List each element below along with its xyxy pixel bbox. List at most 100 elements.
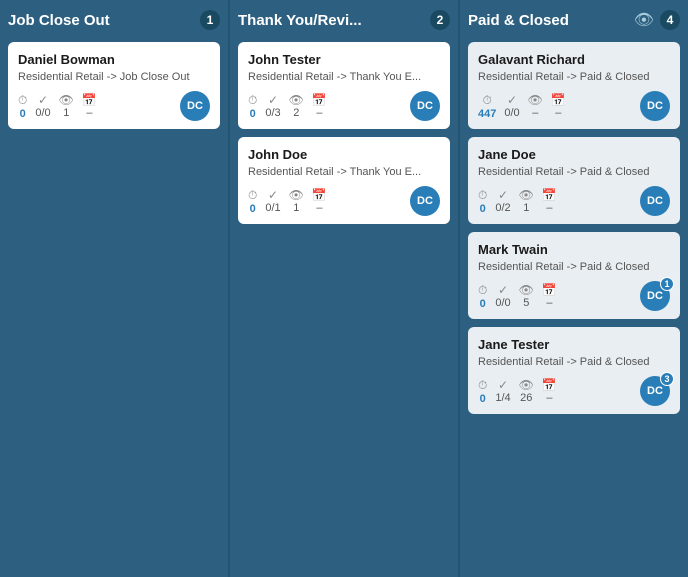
stat-value: – (546, 202, 552, 214)
stat-icon: 👁 (59, 93, 74, 107)
stat-icon: ⏱ (248, 93, 257, 108)
card[interactable]: Galavant Richard Residential Retail -> Pa… (468, 42, 680, 129)
card-footer: ⏱0 ✓1/4 👁26 📅– DC3 (478, 376, 670, 406)
avatar[interactable]: DC (640, 91, 670, 121)
avatar-badge: 3 (660, 372, 674, 386)
stat-item-3: 📅– (542, 283, 557, 309)
stat-icon: 📅 (551, 93, 566, 107)
column-header-paid-closed: Paid & Closed 👁 4 (468, 10, 680, 30)
card-stats-row: ⏱0 ✓1/4 👁26 📅– (478, 378, 630, 405)
card-footer: ⏱447✓0/0👁–📅–DC (478, 91, 670, 121)
stat-item-3: 📅– (551, 93, 566, 119)
stat-icon: 👁 (528, 93, 543, 107)
stat-icon: ⏱ (18, 93, 27, 108)
stat-value: 0/1 (265, 202, 280, 214)
stat-item-1: ✓0/0 (504, 93, 519, 119)
stat-value: – (316, 202, 322, 214)
column-badge-paid-closed: 4 (660, 10, 680, 30)
stat-value: 447 (478, 108, 496, 120)
stat-icon: 📅 (542, 188, 557, 202)
stat-value: 0 (480, 393, 486, 405)
avatar[interactable]: DC (410, 186, 440, 216)
card[interactable]: Mark Twain Residential Retail -> Paid & C… (468, 232, 680, 319)
column-header-right-thank-you-review: 2 (430, 10, 450, 30)
stat-value: 0/3 (265, 107, 280, 119)
stat-item-2: 👁1 (519, 188, 534, 214)
stat-icon: ⏱ (478, 378, 487, 393)
stat-value: 2 (293, 107, 299, 119)
card[interactable]: John TesterResidential Retail -> Thank Y… (238, 42, 450, 129)
card-name: Daniel Bowman (18, 52, 210, 67)
stat-item-1: ✓0/0 (35, 93, 50, 119)
column-title-thank-you-review: Thank You/Revi... (238, 12, 362, 29)
stat-item-2: 👁2 (289, 93, 304, 119)
card-stats-row: ⏱0✓0/0👁5📅– (478, 283, 630, 310)
stat-icon: 📅 (542, 378, 557, 392)
column-header-job-close-out: Job Close Out1 (8, 10, 220, 30)
stat-item-0: ⏱0 (18, 93, 27, 120)
stat-item-2: 👁26 (519, 378, 534, 404)
card-subtitle: Residential Retail -> Thank You E... (248, 71, 440, 83)
stat-icon: ✓ (498, 188, 508, 202)
stat-value: 1 (63, 107, 69, 119)
stat-value: 0 (480, 203, 486, 215)
stat-value: – (532, 107, 538, 119)
card-footer: ⏱0✓0/0👁5📅–DC1 (478, 281, 670, 311)
stat-value: 1/4 (495, 392, 510, 404)
stat-icon: ⏱ (478, 188, 487, 203)
stat-icon: ⏱ (248, 188, 257, 203)
card-subtitle: Residential Retail -> Paid & Closed (478, 166, 670, 178)
avatar[interactable]: DC (180, 91, 210, 121)
eye-icon[interactable]: 👁 (634, 10, 654, 30)
stat-item-3: 📅– (542, 188, 557, 214)
stat-item-3: 📅– (312, 93, 327, 119)
stat-value: – (555, 107, 561, 119)
column-title-job-close-out: Job Close Out (8, 12, 110, 29)
avatar-badge: 1 (660, 277, 674, 291)
card[interactable]: Jane DoeResidential Retail -> Paid & Clo… (468, 137, 680, 224)
card-name: Mark Twain (478, 242, 670, 257)
stat-item-0: ⏱0 (248, 93, 257, 120)
column-badge-thank-you-review: 2 (430, 10, 450, 30)
stat-icon: 📅 (542, 283, 557, 297)
stat-item-1: ✓0/3 (265, 93, 280, 119)
card-footer: ⏱0✓0/0👁1📅–DC (18, 91, 210, 121)
card-footer: ⏱0✓0/1👁1📅–DC (248, 186, 440, 216)
stat-item-2: 👁5 (519, 283, 534, 309)
column-header-thank-you-review: Thank You/Revi... 2 (238, 10, 450, 30)
stat-item-3: 📅– (542, 378, 557, 404)
card-footer: ⏱0 ✓0/2 👁1 📅– DC (478, 186, 670, 216)
column-paid-closed: Paid & Closed 👁 4 Galavant Richard Residenti… (460, 0, 688, 577)
avatar[interactable]: DC1 (640, 281, 670, 311)
stat-value: – (316, 107, 322, 119)
stat-icon: 👁 (519, 188, 534, 202)
stat-item-1: ✓0/0 (495, 283, 510, 309)
avatar[interactable]: DC3 (640, 376, 670, 406)
card-stats-row: ⏱0 ✓0/2 👁1 📅– (478, 188, 630, 215)
kanban-board: Job Close Out1Daniel BowmanResidential R… (0, 0, 688, 577)
card[interactable]: Daniel BowmanResidential Retail -> Job C… (8, 42, 220, 129)
column-title-paid-closed: Paid & Closed (468, 12, 569, 29)
stat-value: 0/0 (495, 297, 510, 309)
stat-value: 1 (523, 202, 529, 214)
stat-icon: ⏱ (482, 93, 491, 108)
stat-item-0: ⏱0 (248, 188, 257, 215)
stat-icon: ✓ (268, 93, 278, 107)
card-stats-row: ⏱0✓0/0👁1📅– (18, 93, 170, 120)
stat-value: 26 (520, 392, 532, 404)
stat-item-2: 👁1 (59, 93, 74, 119)
stat-value: – (546, 297, 552, 309)
stat-item-2: 👁– (528, 93, 543, 119)
stat-item-1: ✓1/4 (495, 378, 510, 404)
stat-item-1: ✓0/2 (495, 188, 510, 214)
card-subtitle: Residential Retail -> Paid & Closed (478, 71, 670, 83)
stat-icon: 📅 (312, 188, 327, 202)
avatar[interactable]: DC (410, 91, 440, 121)
stat-value: 1 (293, 202, 299, 214)
card[interactable]: Jane TesterResidential Retail -> Paid & … (468, 327, 680, 414)
card-name: Galavant Richard (478, 52, 670, 67)
stat-item-0: ⏱447 (478, 93, 496, 120)
card-subtitle: Residential Retail -> Paid & Closed (478, 261, 670, 273)
avatar[interactable]: DC (640, 186, 670, 216)
card[interactable]: John DoeResidential Retail -> Thank You … (238, 137, 450, 224)
